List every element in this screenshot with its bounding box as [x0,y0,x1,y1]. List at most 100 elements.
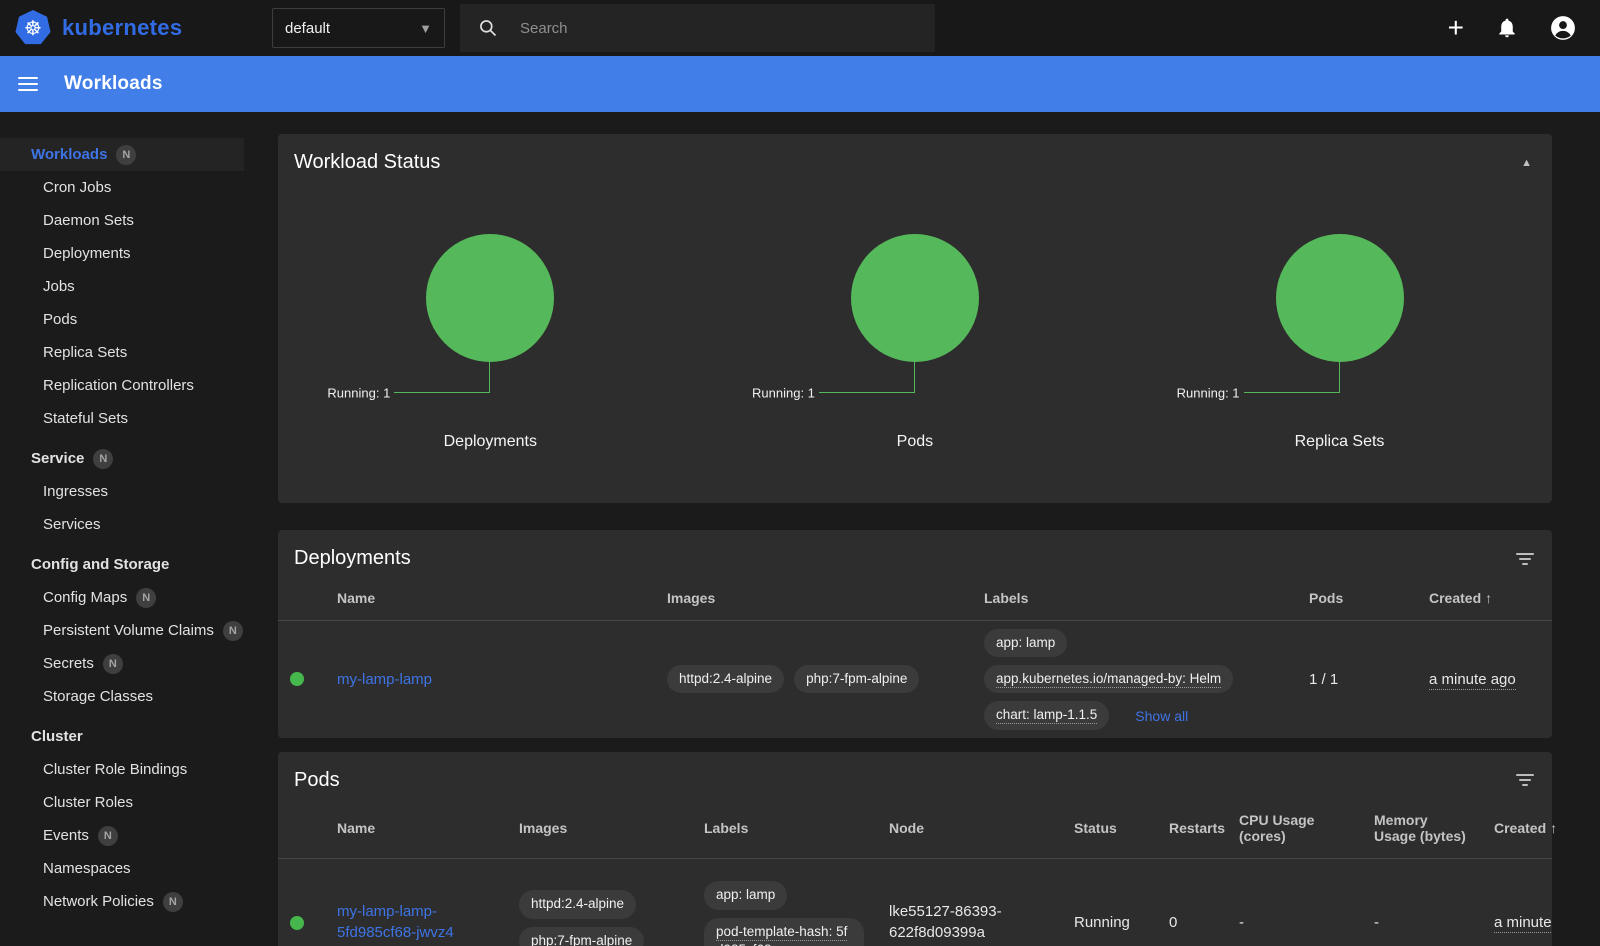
sidebar-nav: WorkloadsNCron JobsDaemon SetsDeployment… [0,112,260,946]
sidebar-item-cron-jobs[interactable]: Cron Jobs [0,171,244,204]
namespaced-badge: N [223,621,243,641]
created-timestamp: a minute ago [1494,914,1552,933]
pie-slice-label: Running: 1 [327,386,390,401]
sidebar-item-label: Secrets [43,655,94,672]
column-name[interactable]: Name [323,808,505,850]
create-resource-icon[interactable]: + [1448,14,1464,42]
sidebar-item-service[interactable]: ServiceN [0,442,244,475]
created-timestamp: a minute ago [1429,671,1516,690]
namespaced-badge: N [103,654,123,674]
pods-count: 1 / 1 [1295,663,1415,696]
deployment-link[interactable]: my-lamp-lamp [337,671,432,688]
sort-asc-icon: ↑ [1485,590,1492,606]
sidebar-item-deployments[interactable]: Deployments [0,237,244,270]
column-pods[interactable]: Pods [1295,578,1415,620]
label-chip: app: lamp [984,629,1067,657]
sidebar-item-label: Pods [43,311,77,328]
notifications-bell-icon[interactable] [1496,17,1518,39]
sort-asc-icon: ↑ [1550,820,1557,836]
kubernetes-logo-icon: ☸ [14,9,52,47]
workload-status-card: Workload Status ▲ Running: 1 Deployments [278,134,1552,503]
search-box[interactable] [460,4,935,52]
sidebar-item-persistent-volume-claims[interactable]: Persistent Volume ClaimsN [0,614,244,647]
svg-text:☸: ☸ [24,16,42,40]
namespaced-badge: N [98,826,118,846]
sidebar-item-replica-sets[interactable]: Replica Sets [0,336,244,369]
sidebar-item-config-maps[interactable]: Config Maps N [0,581,244,614]
brand[interactable]: ☸ kubernetes [0,9,260,47]
sidebar-item-events[interactable]: EventsN [0,819,244,852]
column-images[interactable]: Images [505,808,690,850]
sidebar-item-cluster-roles[interactable]: Cluster Roles [0,786,244,819]
pods-table-header: Name Images Labels Node Status Restarts … [278,800,1552,859]
pie-slice-label: Running: 1 [752,386,815,401]
column-cpu[interactable]: CPU Usage (cores) [1225,800,1360,858]
sidebar-item-network-policies[interactable]: Network PoliciesN [0,885,244,918]
deployments-table-header: Name Images Labels Pods Created↑ [278,578,1552,621]
chart-pods: Running: 1 Pods [703,234,1128,451]
topbar-actions: + [1448,14,1600,42]
chart-title: Pods [897,433,933,451]
image-chip: php:7-fpm-alpine [794,665,919,693]
brand-name: kubernetes [62,15,182,41]
collapse-arrow-icon[interactable]: ▲ [1517,153,1536,173]
status-ok-icon [290,916,304,930]
sidebar-item-namespaces[interactable]: Namespaces [0,852,244,885]
sidebar-item-label: Cluster Roles [43,794,133,811]
deployment-row: my-lamp-lamp httpd:2.4-alpine php:7-fpm-… [278,621,1552,738]
sidebar-item-label: Cluster [31,728,83,745]
sidebar-item-replication-controllers[interactable]: Replication Controllers [0,369,244,402]
filter-icon[interactable] [1514,770,1536,790]
filter-icon[interactable] [1514,549,1536,569]
menu-hamburger-icon[interactable] [18,77,38,91]
sidebar-item-secrets[interactable]: Secrets N [0,647,244,680]
column-labels[interactable]: Labels [690,808,875,850]
column-status[interactable]: Status [1060,808,1155,850]
sidebar-item-label: Namespaces [43,860,131,877]
sidebar-item-label: Deployments [43,245,131,262]
sidebar-item-jobs[interactable]: Jobs [0,270,244,303]
node-name: lke55127-86393-622f8d09399a [875,894,1060,946]
sidebar-item-label: Config Maps [43,589,127,606]
column-restarts[interactable]: Restarts [1155,808,1225,850]
column-memory[interactable]: Memory Usage (bytes) [1360,800,1480,858]
sidebar-item-label: Service [31,450,84,467]
sidebar-item-cluster-role-bindings[interactable]: Cluster Role Bindings [0,753,244,786]
sidebar-item-label: Workloads [31,146,107,163]
sidebar-item-label: Cluster Role Bindings [43,761,187,778]
pods-title: Pods [294,769,340,792]
sidebar-item-label: Stateful Sets [43,410,128,427]
column-node[interactable]: Node [875,808,1060,850]
column-created[interactable]: Created↑ [1415,578,1552,620]
pie-slice-label: Running: 1 [1177,386,1240,401]
sidebar-item-storage-classes[interactable]: Storage Classes [0,680,244,713]
namespace-selector[interactable]: default ▼ [272,8,445,48]
chevron-down-icon: ▼ [419,21,432,36]
sidebar-item-ingresses[interactable]: Ingresses [0,475,244,508]
deployments-card: Deployments Name Images Labels Pods Crea… [278,530,1552,738]
search-icon [478,18,498,38]
sidebar-item-daemon-sets[interactable]: Daemon Sets [0,204,244,237]
namespaced-badge: N [136,588,156,608]
sidebar-item-stateful-sets[interactable]: Stateful Sets [0,402,244,435]
sidebar-item-pods[interactable]: Pods [0,303,244,336]
search-input[interactable] [520,20,880,37]
status-ok-icon [290,672,304,686]
column-name[interactable]: Name [323,578,653,620]
chart-replica-sets: Running: 1 Replica Sets [1127,234,1552,451]
column-created[interactable]: Created↑ [1480,808,1565,850]
sidebar-item-workloads[interactable]: WorkloadsN [0,138,244,171]
label-chip: app.kubernetes.io/managed-by: Helm [984,665,1233,693]
sidebar-item-cluster: Cluster [0,720,244,753]
top-bar: ☸ kubernetes default ▼ + [0,0,1600,56]
sidebar-item-services[interactable]: Services [0,508,244,541]
column-labels[interactable]: Labels [970,578,1295,620]
page-title: Workloads [64,73,163,95]
column-images[interactable]: Images [653,578,970,620]
namespaced-badge: N [163,892,183,912]
show-all-link[interactable]: Show all [1135,708,1188,724]
image-chip: php:7-fpm-alpine [519,927,644,946]
pod-link[interactable]: my-lamp-lamp-5fd985cf68-jwvz4 [337,903,454,940]
account-avatar-icon[interactable] [1550,15,1576,41]
chart-deployments: Running: 1 Deployments [278,234,703,451]
